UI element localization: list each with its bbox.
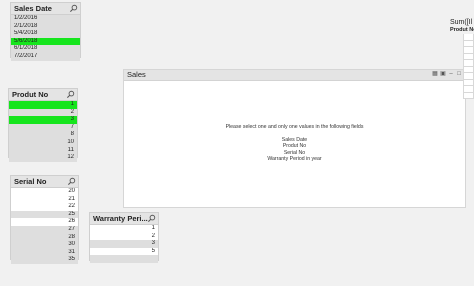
listbox-produt-no: Produt No 1 2 3 7 8 10 11 12 — [8, 88, 78, 162]
list-item[interactable]: 3 — [90, 240, 158, 248]
listbox-warranty-period: Warranty Peri... 1235 — [89, 212, 159, 263]
listbox-title-text: Produt No — [12, 90, 49, 99]
search-icon[interactable] — [66, 90, 75, 99]
listbox-warranty-period-items: 1235 — [90, 225, 158, 263]
listbox-title-text: Sales Date — [14, 4, 52, 13]
list-item[interactable]: 1/2/2016 — [11, 15, 80, 23]
listbox-sales-date-title[interactable]: Sales Date — [11, 3, 80, 15]
list-item[interactable]: 5/4/2018 — [11, 30, 80, 38]
list-item[interactable]: 3 — [9, 116, 77, 124]
list-item[interactable]: 30 — [11, 241, 78, 249]
listbox-serial-no: Serial No 20 21 22 25 26 27 28 30 31 35 — [10, 175, 79, 264]
list-item[interactable]: 1 — [90, 225, 158, 233]
list-item[interactable]: 25 — [11, 210, 78, 219]
sales-chart-window: Sales ▦ ▣ – □ Please select one and only… — [123, 69, 466, 208]
list-item[interactable]: 11 — [9, 146, 77, 155]
xl-icon[interactable]: ▦ — [432, 71, 438, 78]
condition-field: Warranty Period in year — [267, 156, 322, 162]
listbox-warranty-period-title[interactable]: Warranty Peri... — [90, 213, 158, 225]
listbox-sales-date: Sales Date 1/2/2016 2/1/2018 5/4/2018 5/6/2… — [10, 2, 81, 61]
list-item[interactable]: 27 — [11, 225, 78, 234]
list-item[interactable]: 7 — [9, 123, 77, 132]
sum-table-title[interactable]: Sum([Il — [447, 18, 474, 27]
sum-table-body — [447, 34, 474, 99]
sales-chart-title: Sales — [127, 70, 146, 79]
sum-straight-table: Sum([Il Produt No — [447, 18, 474, 104]
list-item[interactable]: 21 — [11, 195, 78, 204]
listbox-serial-no-title[interactable]: Serial No — [11, 176, 78, 188]
list-item[interactable]: 7/2/2017 — [11, 52, 80, 61]
sales-chart-caption[interactable]: Sales ▦ ▣ – □ — [124, 70, 465, 81]
sum-table-column-header[interactable]: Produt No — [447, 27, 474, 34]
listbox-produt-no-items: 1 2 3 7 8 10 11 12 — [9, 101, 77, 162]
list-item[interactable]: 2/1/2018 — [11, 22, 80, 31]
list-item[interactable]: 22 — [11, 203, 78, 211]
listbox-title-text: Serial No — [14, 177, 47, 186]
listbox-title-text: Warranty Peri... — [93, 214, 148, 223]
list-item[interactable]: 2 — [9, 108, 77, 117]
list-item[interactable]: 8 — [9, 131, 77, 139]
list-item[interactable]: 28 — [11, 233, 78, 242]
search-icon[interactable] — [147, 214, 156, 223]
search-icon[interactable] — [67, 177, 76, 186]
calculation-condition-message: Please select one and only one values in… — [124, 124, 465, 163]
list-item[interactable] — [90, 255, 158, 263]
listbox-produt-no-title[interactable]: Produt No — [9, 89, 77, 101]
table-cell — [463, 92, 474, 99]
condition-message-text: Please select one and only one values in… — [225, 124, 364, 130]
listbox-serial-no-items: 20 21 22 25 26 27 28 30 31 35 — [11, 188, 78, 264]
search-icon[interactable] — [69, 4, 78, 13]
list-item[interactable]: 5/6/2018 — [11, 37, 80, 46]
list-item[interactable]: 5 — [90, 247, 158, 256]
restore-icon[interactable]: ▣ — [440, 71, 446, 78]
list-item[interactable]: 12 — [9, 154, 77, 162]
list-item[interactable]: 1 — [9, 101, 77, 109]
list-item[interactable]: 26 — [11, 218, 78, 226]
list-item[interactable]: 2 — [90, 232, 158, 241]
list-item[interactable]: 31 — [11, 248, 78, 257]
list-item[interactable]: 35 — [11, 256, 78, 264]
list-item[interactable]: 20 — [11, 188, 78, 196]
listbox-sales-date-items: 1/2/2016 2/1/2018 5/4/2018 5/6/2018 6/1/2018… — [11, 15, 80, 61]
list-item[interactable]: 10 — [9, 138, 77, 147]
list-item[interactable]: 6/1/2018 — [11, 45, 80, 53]
